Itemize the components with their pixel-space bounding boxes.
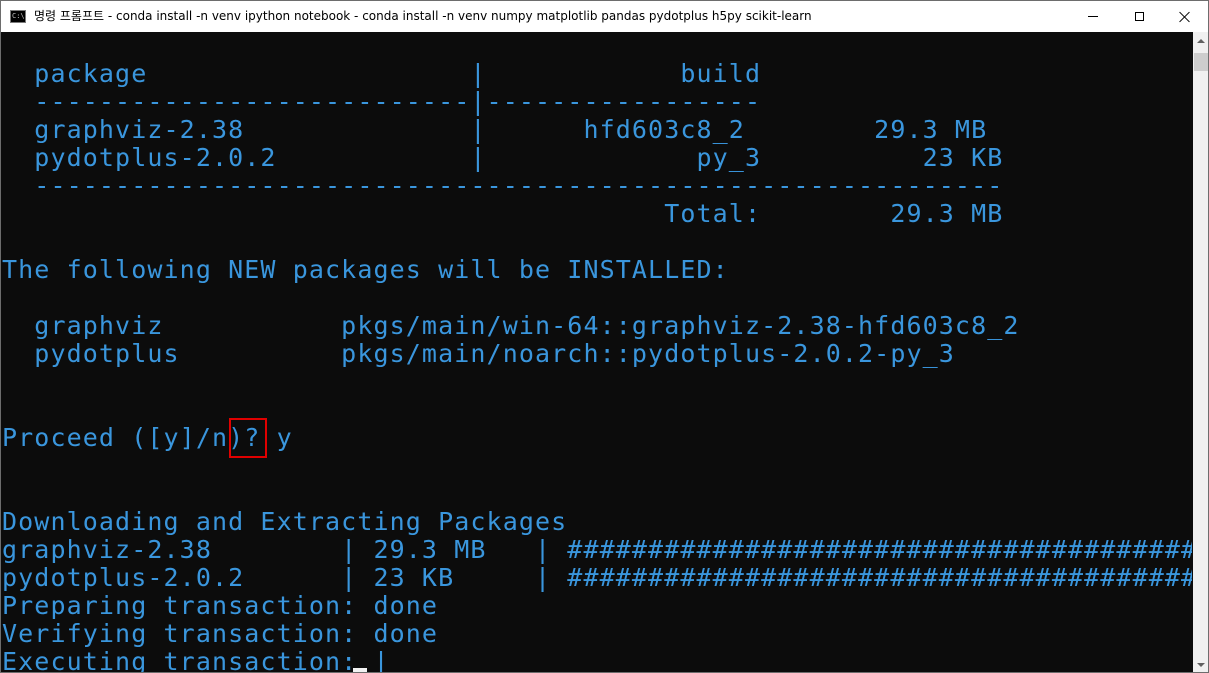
console-line: pydotplus-2.0.2 | 23 KB | ##############… (2, 563, 1192, 592)
maximize-icon (1134, 12, 1144, 21)
console-line: Verifying transaction: done (2, 619, 439, 648)
console-line: pydotplus-2.0.2 | py_3 23 KB (2, 143, 1004, 172)
console-line: Total: 29.3 MB (2, 199, 1004, 228)
proceed-answer-highlight (229, 418, 267, 458)
scroll-up-button[interactable] (1193, 32, 1208, 49)
console-line: Downloading and Extracting Packages (2, 507, 568, 536)
scrollbar-thumb[interactable] (1194, 53, 1208, 71)
console-icon: C:\ (10, 10, 26, 23)
maximize-button[interactable] (1116, 1, 1162, 32)
console-line: pydotplus pkgs/main/noarch::pydotplus-2.… (2, 339, 955, 368)
console-line: ---------------------------|------------… (2, 87, 762, 116)
console-line: graphviz pkgs/main/win-64::graphviz-2.38… (2, 311, 1020, 340)
minimize-button[interactable] (1070, 1, 1116, 32)
command-prompt-window: C:\ 명령 프롬프트 - conda install -n venv ipyt… (0, 0, 1209, 673)
console-line: Executing transaction: | (2, 647, 390, 673)
scroll-down-button[interactable] (1193, 656, 1208, 672)
console-line: ----------------------------------------… (2, 171, 1004, 200)
console-line: Preparing transaction: done (2, 591, 439, 620)
close-button[interactable] (1162, 1, 1208, 32)
close-icon (1179, 11, 1191, 23)
window-title: 명령 프롬프트 - conda install -n venv ipython … (34, 9, 812, 23)
console-line: graphviz-2.38 | hfd603c8_2 29.3 MB (2, 115, 988, 144)
console-line: The following NEW packages will be INSTA… (2, 255, 729, 284)
console-line: package | build (2, 59, 762, 88)
title-bar[interactable]: C:\ 명령 프롬프트 - conda install -n venv ipyt… (1, 1, 1208, 32)
vertical-scrollbar[interactable] (1193, 32, 1208, 672)
text-cursor (353, 668, 367, 672)
minimize-icon (1088, 16, 1098, 17)
console-output[interactable]: package | build ------------------------… (2, 32, 1192, 673)
scroll-down-arrow-icon (1197, 662, 1205, 667)
console-line: graphviz-2.38 | 29.3 MB | ##############… (2, 535, 1192, 564)
scroll-up-arrow-icon (1197, 38, 1205, 43)
